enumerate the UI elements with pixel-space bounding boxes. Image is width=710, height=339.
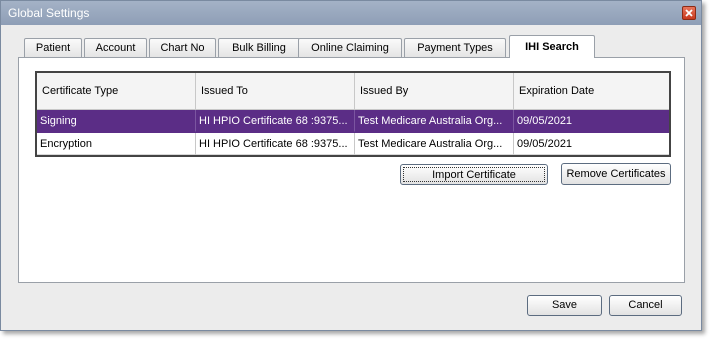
column-header-issued-to[interactable]: Issued To: [196, 73, 355, 109]
tab-payment-types[interactable]: Payment Types: [404, 38, 506, 57]
column-header-certificate-type[interactable]: Certificate Type: [37, 73, 196, 109]
cell-certificate-type: Signing: [37, 110, 196, 132]
column-header-issued-by[interactable]: Issued By: [355, 73, 514, 109]
close-icon: [685, 9, 693, 17]
import-certificate-label: Import Certificate: [403, 167, 545, 182]
title-bar[interactable]: Global Settings: [1, 1, 701, 25]
cell-issued-to: HI HPIO Certificate 68 :9375...: [196, 133, 355, 155]
tab-patient[interactable]: Patient: [24, 38, 82, 57]
tab-online-claiming[interactable]: Online Claiming: [298, 38, 402, 57]
column-header-expiration-date[interactable]: Expiration Date: [514, 73, 669, 109]
tab-chart-no[interactable]: Chart No: [149, 38, 216, 57]
table-row[interactable]: Signing HI HPIO Certificate 68 :9375... …: [37, 110, 669, 133]
save-button[interactable]: Save: [527, 295, 602, 316]
cell-certificate-type: Encryption: [37, 133, 196, 155]
certificate-grid: Certificate Type Issued To Issued By Exp…: [35, 71, 671, 157]
cell-issued-to: HI HPIO Certificate 68 :9375...: [196, 110, 355, 132]
grid-header: Certificate Type Issued To Issued By Exp…: [37, 73, 669, 110]
remove-certificates-button[interactable]: Remove Certificates: [561, 163, 671, 185]
cell-issued-by: Test Medicare Australia Org...: [355, 133, 514, 155]
tab-account[interactable]: Account: [84, 38, 147, 57]
tab-panel-ihi-search: Certificate Type Issued To Issued By Exp…: [18, 57, 685, 283]
import-certificate-button[interactable]: Import Certificate: [400, 164, 548, 185]
cancel-button[interactable]: Cancel: [609, 295, 682, 316]
cell-expiration-date: 09/05/2021: [514, 110, 669, 132]
global-settings-window: Global Settings Patient Account Chart No…: [0, 0, 702, 331]
close-button[interactable]: [682, 6, 696, 20]
table-row[interactable]: Encryption HI HPIO Certificate 68 :9375.…: [37, 133, 669, 156]
tab-bulk-billing[interactable]: Bulk Billing: [218, 38, 300, 57]
cell-expiration-date: 09/05/2021: [514, 133, 669, 155]
tab-ihi-search[interactable]: IHI Search: [509, 35, 595, 58]
window-title: Global Settings: [8, 6, 90, 20]
cell-issued-by: Test Medicare Australia Org...: [355, 110, 514, 132]
